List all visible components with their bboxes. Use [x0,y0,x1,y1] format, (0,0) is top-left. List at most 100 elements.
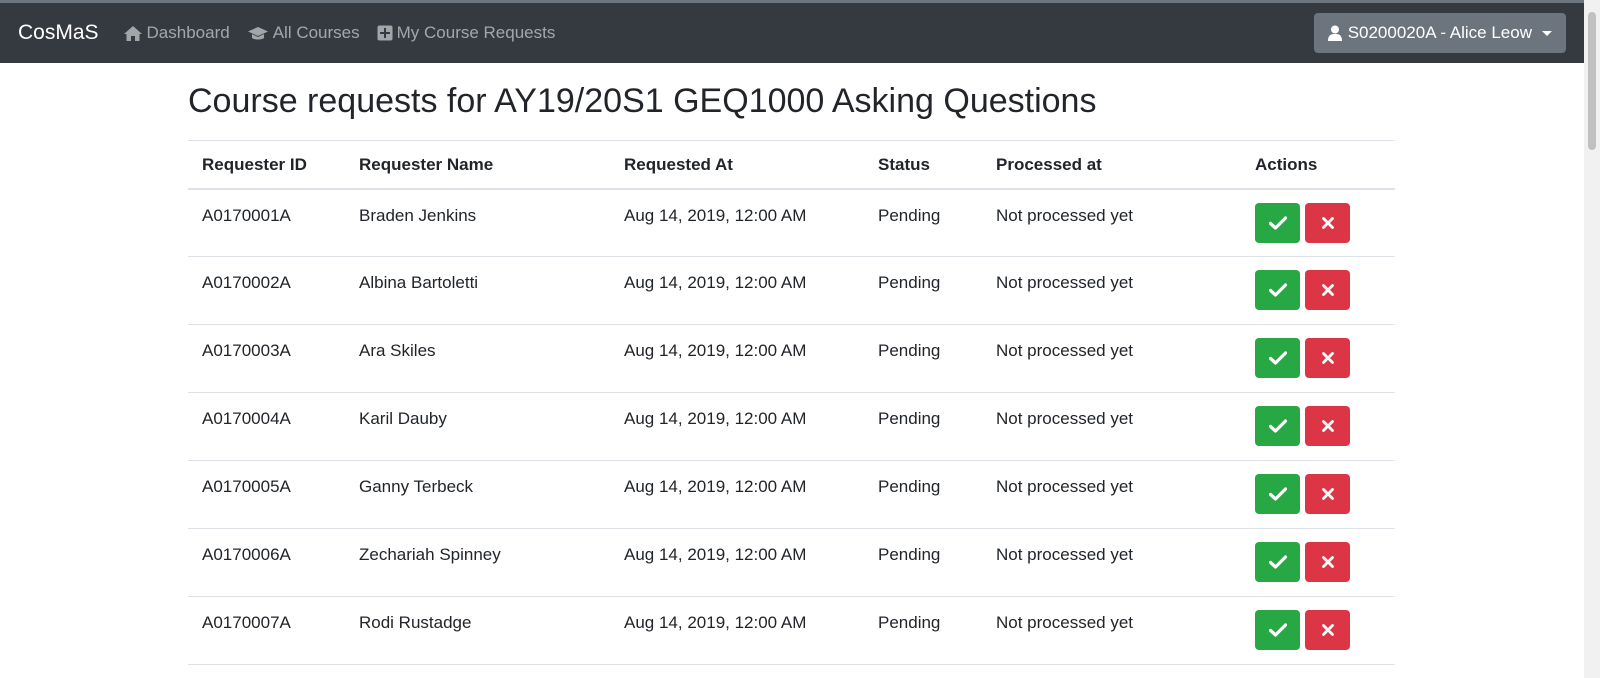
plus-square-icon [377,25,393,41]
status-cell: Pending [864,256,982,326]
table-row: A0170006A Zechariah Spinney Aug 14, 2019, … [188,528,1395,598]
col-actions: Actions [1241,139,1395,190]
close-icon [1321,284,1334,297]
check-icon [1268,283,1287,297]
processed-at-cell: Not processed yet [982,324,1241,394]
action-buttons [1255,406,1381,447]
actions-cell [1241,392,1395,462]
requester-id-cell: A0170002A [188,256,345,326]
main-content: Course requests for AY19/20S1 GEQ1000 As… [188,63,1395,666]
table-row: A0170007A Rodi Rustadge Aug 14, 2019, 12:0… [188,596,1395,666]
action-buttons [1255,202,1381,243]
close-icon [1321,624,1334,637]
requested-at-cell: Aug 14, 2019, 12:00 AM [610,528,864,598]
approve-button[interactable] [1255,474,1300,515]
action-buttons [1255,542,1381,583]
close-icon [1321,352,1334,365]
requester-name-cell: Braden Jenkins [345,188,610,258]
requester-id-cell: A0170004A [188,392,345,462]
processed-at-cell: Not processed yet [982,460,1241,530]
action-buttons [1255,474,1381,515]
reject-button[interactable] [1305,202,1350,243]
reject-button[interactable] [1305,338,1350,379]
graduation-cap-icon [247,26,268,39]
actions-cell [1241,528,1395,598]
col-requester-id: Requester ID [188,139,345,190]
requester-name-cell: Ganny Terbeck [345,460,610,530]
user-dropdown-button[interactable]: S0200020A - Alice Leow [1313,13,1566,53]
actions-cell [1241,188,1395,258]
requester-id-cell: A0170007A [188,596,345,666]
table-row: A0170003A Ara Skiles Aug 14, 2019, 12:00 A… [188,324,1395,394]
status-cell: Pending [864,188,982,258]
processed-at-cell: Not processed yet [982,528,1241,598]
approve-button[interactable] [1255,406,1300,447]
approve-button[interactable] [1255,610,1300,651]
col-requester-name: Requester Name [345,139,610,190]
nav-dashboard[interactable]: Dashboard [123,23,230,43]
status-cell: Pending [864,324,982,394]
close-icon [1321,556,1334,569]
approve-button[interactable] [1255,202,1300,243]
action-buttons [1255,610,1381,651]
course-requests-table: Requester ID Requester Name Requested At… [188,139,1395,666]
top-navbar: CosMaS Dashboard All Courses My Course R… [0,3,1584,63]
nav-dashboard-label: Dashboard [146,23,230,42]
requester-id-cell: A0170006A [188,528,345,598]
check-icon [1268,623,1287,637]
processed-at-cell: Not processed yet [982,188,1241,258]
requested-at-cell: Aug 14, 2019, 12:00 AM [610,256,864,326]
status-cell: Pending [864,392,982,462]
check-icon [1268,419,1287,433]
requester-id-cell: A0170003A [188,324,345,394]
requester-name-cell: Albina Bartoletti [345,256,610,326]
check-icon [1268,351,1287,365]
brand-logo[interactable]: CosMaS [18,21,99,45]
page-scrollbar[interactable] [1584,0,1600,678]
actions-cell [1241,460,1395,530]
close-icon [1321,488,1334,501]
check-icon [1268,555,1287,569]
requester-name-cell: Rodi Rustadge [345,596,610,666]
col-processed-at: Processed at [982,139,1241,190]
reject-button[interactable] [1305,406,1350,447]
requested-at-cell: Aug 14, 2019, 12:00 AM [610,596,864,666]
page-title: Course requests for AY19/20S1 GEQ1000 As… [188,82,1097,120]
reject-button[interactable] [1305,270,1350,311]
home-icon [123,25,142,41]
requester-name-cell: Zechariah Spinney [345,528,610,598]
check-icon [1268,216,1287,230]
close-icon [1321,216,1334,229]
reject-button[interactable] [1305,542,1350,583]
table-row: A0170001A Braden Jenkins Aug 14, 2019, 12:… [188,188,1395,258]
table-row: A0170005A Ganny Terbeck Aug 14, 2019, 12:0… [188,460,1395,530]
requester-name-cell: Ara Skiles [345,324,610,394]
requested-at-cell: Aug 14, 2019, 12:00 AM [610,188,864,258]
action-buttons [1255,270,1381,311]
reject-button[interactable] [1305,610,1350,651]
approve-button[interactable] [1255,542,1300,583]
status-cell: Pending [864,596,982,666]
requested-at-cell: Aug 14, 2019, 12:00 AM [610,392,864,462]
actions-cell [1241,256,1395,326]
status-cell: Pending [864,460,982,530]
user-icon [1327,25,1342,41]
col-requested-at: Requested At [610,139,864,190]
chevron-down-icon [1542,30,1552,36]
nav-all-courses[interactable]: All Courses [247,23,360,43]
col-status: Status [864,139,982,190]
table-row: A0170004A Karil Dauby Aug 14, 2019, 12:00 … [188,392,1395,462]
table-body: A0170001A Braden Jenkins Aug 14, 2019, 12:… [188,188,1395,666]
close-icon [1321,420,1334,433]
nav-my-course-requests[interactable]: My Course Requests [377,23,555,43]
table-header-row: Requester ID Requester Name Requested At… [188,139,1395,190]
actions-cell [1241,324,1395,394]
table-row: A0170002A Albina Bartoletti Aug 14, 2019, … [188,256,1395,326]
approve-button[interactable] [1255,338,1300,379]
reject-button[interactable] [1305,474,1350,515]
scrollbar-thumb[interactable] [1588,12,1596,150]
check-icon [1268,487,1287,501]
approve-button[interactable] [1255,270,1300,311]
requested-at-cell: Aug 14, 2019, 12:00 AM [610,324,864,394]
requester-id-cell: A0170005A [188,460,345,530]
